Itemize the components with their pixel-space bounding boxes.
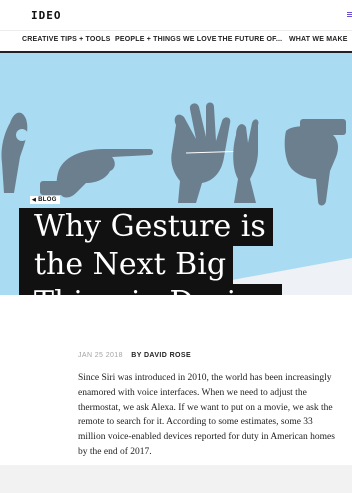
publish-date: JAN 25 2018 [78, 352, 123, 359]
body-line: Since Siri was introduced in 2010, the w… [78, 373, 332, 383]
ideo-logo[interactable]: IDEO [31, 9, 62, 22]
nav-item-people-things[interactable]: PEOPLE + THINGS WE LOVE [115, 36, 217, 43]
article-content: JAN 25 2018 BY DAVID ROSE Since Siri was… [0, 295, 352, 465]
body-line: remote to search for it. According to so… [78, 417, 313, 428]
site-header: IDEO [0, 0, 352, 30]
thumbs-down-icon [284, 119, 346, 206]
ok-hand-icon [1, 112, 28, 193]
nav-item-creative-tips[interactable]: CREATIVE TIPS + TOOLS [22, 36, 111, 43]
pointing-hand-icon [40, 149, 153, 198]
menu-icon[interactable] [347, 12, 352, 18]
body-line: thermostat, we ask Alexa. If we want to … [78, 402, 333, 413]
article-body: Since Siri was introduced in 2010, the w… [78, 371, 352, 460]
title-line-2: the Next Big [19, 246, 234, 284]
footer-strip [0, 465, 352, 493]
pinch-fingers-icon [233, 119, 259, 203]
title-line-1: Why Gesture is [19, 208, 273, 246]
back-to-blog-link[interactable]: ◀ BLOG [30, 196, 60, 204]
nav-item-what-we-make[interactable]: WHAT WE MAKE [289, 36, 348, 43]
nav-item-future-of[interactable]: THE FUTURE OF... [218, 36, 282, 43]
article-meta: JAN 25 2018 BY DAVID ROSE [78, 352, 191, 359]
body-line: by the end of 2017. [78, 446, 152, 457]
body-line: million voice-enabled devices reported f… [78, 432, 335, 443]
author-byline[interactable]: BY DAVID ROSE [131, 352, 191, 359]
category-nav: CREATIVE TIPS + TOOLS PEOPLE + THINGS WE… [0, 30, 352, 53]
triangle-left-icon: ◀ [32, 197, 37, 203]
back-link-label: BLOG [38, 197, 57, 203]
body-line: enamored with voice interfaces. When we … [78, 387, 307, 398]
